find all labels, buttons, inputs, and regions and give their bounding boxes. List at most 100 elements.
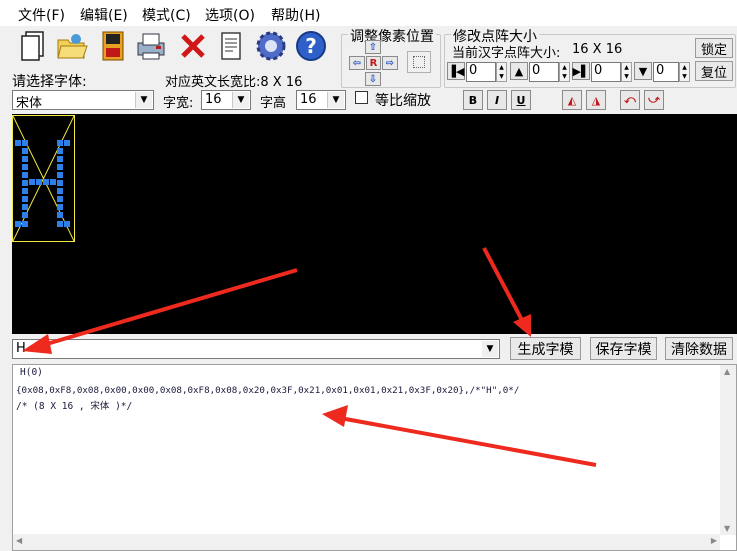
height-label: 字高: [260, 96, 287, 111]
open-folder-icon[interactable]: [55, 29, 89, 63]
print-icon[interactable]: [134, 29, 168, 63]
reset-button[interactable]: 复位: [695, 61, 733, 81]
glyph-pixel: [57, 164, 63, 170]
width-combo[interactable]: 16 ▼: [201, 90, 251, 110]
left-spin-input[interactable]: 0: [466, 62, 496, 82]
italic-button[interactable]: I: [487, 90, 507, 110]
shrink-bottom-icon[interactable]: ▼: [634, 62, 652, 80]
height-combo[interactable]: 16 ▼: [296, 90, 346, 110]
ratio-label: 等比缩放: [375, 93, 431, 109]
output-line-1: H(0): [20, 367, 43, 378]
glyph-pixel: [57, 180, 63, 186]
rotate-left-icon[interactable]: ⤺: [620, 90, 640, 110]
font-combo[interactable]: 宋体 ▼: [12, 90, 154, 111]
move-right-icon[interactable]: ⇨: [382, 56, 398, 70]
ascii-ratio-text: 对应英文长宽比:8 X 16: [165, 75, 303, 90]
new-file-icon[interactable]: [15, 29, 49, 63]
glyph-pixel: [22, 188, 28, 194]
menu-file[interactable]: 文件(F): [18, 5, 65, 25]
glyph-pixel: [22, 140, 28, 146]
menu-edit[interactable]: 编辑(E): [80, 5, 128, 25]
char-input[interactable]: H ▼: [12, 339, 500, 359]
save-glyph-button[interactable]: 保存字模: [590, 337, 657, 360]
width-combo-value: 16: [205, 92, 222, 107]
glyph-pixel: [15, 140, 21, 146]
chevron-down-icon[interactable]: ▼: [135, 92, 152, 108]
save-disk-icon[interactable]: [96, 29, 130, 63]
left-spin-buttons[interactable]: ▲ ▼: [496, 62, 507, 82]
glyph-pixel: [57, 156, 63, 162]
top-spin-buttons[interactable]: ▲ ▼: [559, 62, 570, 82]
flip-vertical-icon[interactable]: ◮: [586, 90, 606, 110]
height-combo-value: 16: [300, 92, 317, 107]
horizontal-scrollbar[interactable]: ◀ ▶: [13, 534, 720, 550]
shrink-right-icon[interactable]: ▶▌: [572, 62, 590, 80]
bottom-spin-buttons[interactable]: ▲ ▼: [679, 62, 690, 82]
bottom-spin-input[interactable]: 0: [653, 62, 679, 82]
glyph-pixel: [22, 221, 28, 227]
glyph-pixel: [22, 204, 28, 210]
glyph-pixel: [57, 196, 63, 202]
chevron-down-icon[interactable]: ▼: [327, 92, 344, 108]
clear-data-button[interactable]: 清除数据: [665, 337, 733, 360]
help-icon[interactable]: ?: [294, 29, 328, 63]
glyph-pixel: [57, 148, 63, 154]
menu-options[interactable]: 选项(O): [205, 5, 255, 25]
bold-button[interactable]: B: [463, 90, 483, 110]
glyph-canvas[interactable]: [12, 114, 737, 334]
pixel-position-title: 调整像素位置: [348, 26, 436, 46]
glyph-pixel: [22, 212, 28, 218]
glyph-pixel: [64, 221, 70, 227]
menu-mode[interactable]: 模式(C): [142, 5, 191, 25]
top-spin-input[interactable]: 0: [529, 62, 559, 82]
menu-bar: 文件(F) 编辑(E) 模式(C) 选项(O) 帮助(H): [0, 0, 737, 26]
delete-x-icon[interactable]: [176, 29, 210, 63]
chevron-down-icon[interactable]: ▼: [232, 92, 249, 108]
glyph-pixel: [50, 179, 56, 185]
glyph-pixel: [22, 156, 28, 162]
glyph-pixel: [57, 204, 63, 210]
glyph-pixel: [43, 179, 49, 185]
glyph-preview: [12, 115, 75, 242]
glyph-pixel: [22, 148, 28, 154]
font-select-label: 请选择字体:: [12, 74, 87, 90]
menu-help[interactable]: 帮助(H): [271, 5, 320, 25]
vertical-scrollbar[interactable]: ▲ ▼: [720, 365, 736, 535]
glyph-pixel: [36, 179, 42, 185]
glyph-pixel: [22, 164, 28, 170]
font-combo-value: 宋体: [16, 96, 43, 111]
center-icon[interactable]: R: [366, 56, 381, 70]
output-textarea[interactable]: H(0) {0x08,0xF8,0x08,0x00,0x00,0x08,0xF8…: [12, 364, 737, 551]
rotate-right-icon[interactable]: ⤻: [644, 90, 664, 110]
glyph-pixel: [57, 221, 63, 227]
gear-icon[interactable]: [254, 29, 288, 63]
shrink-top-icon[interactable]: ▲: [510, 62, 528, 80]
glyph-pixel: [15, 221, 21, 227]
move-left-icon[interactable]: ⇦: [349, 56, 365, 70]
output-line-2: {0x08,0xF8,0x08,0x00,0x00,0x08,0xF8,0x08…: [16, 385, 520, 396]
ratio-checkbox[interactable]: [355, 91, 368, 104]
generate-button[interactable]: 生成字模: [510, 337, 581, 360]
width-label: 字宽:: [163, 96, 194, 111]
grid-toggle-icon[interactable]: [407, 51, 431, 73]
char-input-value: H: [16, 341, 26, 356]
glyph-pixel: [64, 140, 70, 146]
glyph-pixel: [22, 172, 28, 178]
shrink-left-icon[interactable]: ▐◀: [447, 62, 465, 80]
right-spin-buttons[interactable]: ▲ ▼: [621, 62, 632, 82]
right-spin-input[interactable]: 0: [591, 62, 621, 82]
glyph-pixel: [29, 179, 35, 185]
glyph-pixel: [57, 212, 63, 218]
document-icon[interactable]: [214, 29, 248, 63]
glyph-pixel: [22, 180, 28, 186]
svg-text:?: ?: [305, 34, 317, 58]
flip-horizontal-icon[interactable]: ◭: [562, 90, 582, 110]
move-down-icon[interactable]: ⇩: [365, 72, 381, 86]
chevron-down-icon[interactable]: ▼: [482, 341, 498, 357]
glyph-pixel: [57, 188, 63, 194]
glyph-pixel: [57, 172, 63, 178]
move-up-icon[interactable]: ⇧: [365, 40, 381, 54]
output-line-3: /* (8 X 16 , 宋体 )*/: [16, 401, 133, 412]
lock-button[interactable]: 锁定: [695, 38, 733, 58]
underline-button[interactable]: U: [511, 90, 531, 110]
